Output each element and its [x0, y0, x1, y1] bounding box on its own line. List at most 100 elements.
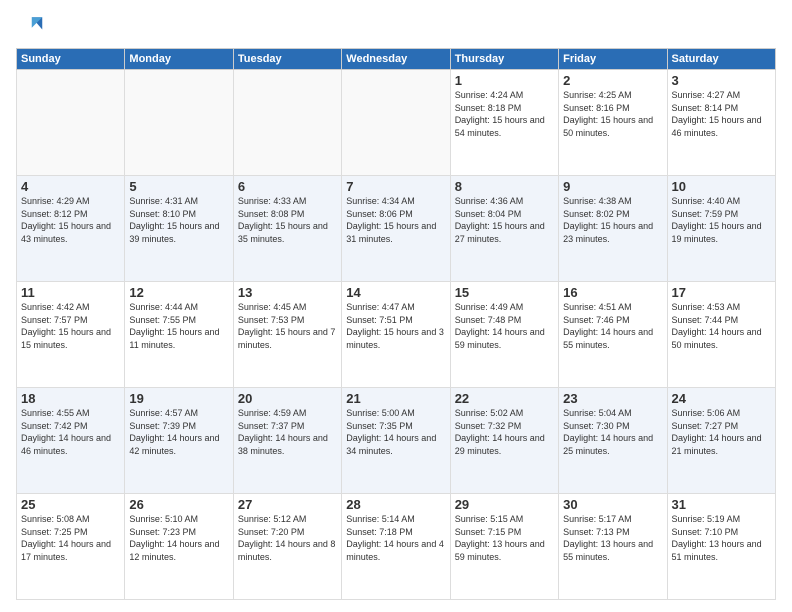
day-info: Sunrise: 4:38 AM Sunset: 8:02 PM Dayligh… — [563, 195, 662, 245]
calendar-cell: 19Sunrise: 4:57 AM Sunset: 7:39 PM Dayli… — [125, 388, 233, 494]
day-info: Sunrise: 5:08 AM Sunset: 7:25 PM Dayligh… — [21, 513, 120, 563]
day-info: Sunrise: 5:04 AM Sunset: 7:30 PM Dayligh… — [563, 407, 662, 457]
logo-icon — [16, 12, 44, 40]
day-number: 11 — [21, 285, 120, 300]
day-info: Sunrise: 4:45 AM Sunset: 7:53 PM Dayligh… — [238, 301, 337, 351]
day-number: 21 — [346, 391, 445, 406]
day-info: Sunrise: 4:31 AM Sunset: 8:10 PM Dayligh… — [129, 195, 228, 245]
day-info: Sunrise: 4:44 AM Sunset: 7:55 PM Dayligh… — [129, 301, 228, 351]
day-number: 8 — [455, 179, 554, 194]
day-info: Sunrise: 5:15 AM Sunset: 7:15 PM Dayligh… — [455, 513, 554, 563]
calendar-cell: 20Sunrise: 4:59 AM Sunset: 7:37 PM Dayli… — [233, 388, 341, 494]
day-number: 16 — [563, 285, 662, 300]
calendar-cell: 24Sunrise: 5:06 AM Sunset: 7:27 PM Dayli… — [667, 388, 775, 494]
calendar-week-row: 18Sunrise: 4:55 AM Sunset: 7:42 PM Dayli… — [17, 388, 776, 494]
weekday-header-row: Sunday Monday Tuesday Wednesday Thursday… — [17, 49, 776, 70]
day-number: 13 — [238, 285, 337, 300]
calendar-cell: 27Sunrise: 5:12 AM Sunset: 7:20 PM Dayli… — [233, 494, 341, 600]
calendar-cell: 29Sunrise: 5:15 AM Sunset: 7:15 PM Dayli… — [450, 494, 558, 600]
day-info: Sunrise: 5:10 AM Sunset: 7:23 PM Dayligh… — [129, 513, 228, 563]
day-number: 19 — [129, 391, 228, 406]
day-number: 15 — [455, 285, 554, 300]
day-number: 14 — [346, 285, 445, 300]
day-info: Sunrise: 4:49 AM Sunset: 7:48 PM Dayligh… — [455, 301, 554, 351]
calendar-table: Sunday Monday Tuesday Wednesday Thursday… — [16, 48, 776, 600]
calendar-cell: 3Sunrise: 4:27 AM Sunset: 8:14 PM Daylig… — [667, 70, 775, 176]
calendar-cell: 25Sunrise: 5:08 AM Sunset: 7:25 PM Dayli… — [17, 494, 125, 600]
calendar-cell: 17Sunrise: 4:53 AM Sunset: 7:44 PM Dayli… — [667, 282, 775, 388]
calendar-cell: 11Sunrise: 4:42 AM Sunset: 7:57 PM Dayli… — [17, 282, 125, 388]
calendar-cell: 8Sunrise: 4:36 AM Sunset: 8:04 PM Daylig… — [450, 176, 558, 282]
header-thursday: Thursday — [450, 49, 558, 70]
day-info: Sunrise: 5:02 AM Sunset: 7:32 PM Dayligh… — [455, 407, 554, 457]
day-number: 31 — [672, 497, 771, 512]
day-number: 30 — [563, 497, 662, 512]
calendar-cell — [17, 70, 125, 176]
calendar-cell: 13Sunrise: 4:45 AM Sunset: 7:53 PM Dayli… — [233, 282, 341, 388]
day-number: 12 — [129, 285, 228, 300]
day-number: 4 — [21, 179, 120, 194]
day-number: 26 — [129, 497, 228, 512]
day-number: 2 — [563, 73, 662, 88]
day-info: Sunrise: 5:19 AM Sunset: 7:10 PM Dayligh… — [672, 513, 771, 563]
day-number: 29 — [455, 497, 554, 512]
day-info: Sunrise: 4:25 AM Sunset: 8:16 PM Dayligh… — [563, 89, 662, 139]
day-info: Sunrise: 4:55 AM Sunset: 7:42 PM Dayligh… — [21, 407, 120, 457]
day-number: 10 — [672, 179, 771, 194]
calendar-cell: 2Sunrise: 4:25 AM Sunset: 8:16 PM Daylig… — [559, 70, 667, 176]
calendar-cell: 5Sunrise: 4:31 AM Sunset: 8:10 PM Daylig… — [125, 176, 233, 282]
calendar-cell: 10Sunrise: 4:40 AM Sunset: 7:59 PM Dayli… — [667, 176, 775, 282]
calendar-cell: 9Sunrise: 4:38 AM Sunset: 8:02 PM Daylig… — [559, 176, 667, 282]
day-number: 18 — [21, 391, 120, 406]
calendar-cell: 22Sunrise: 5:02 AM Sunset: 7:32 PM Dayli… — [450, 388, 558, 494]
calendar-page: Sunday Monday Tuesday Wednesday Thursday… — [0, 0, 792, 612]
calendar-cell — [125, 70, 233, 176]
day-info: Sunrise: 5:12 AM Sunset: 7:20 PM Dayligh… — [238, 513, 337, 563]
day-number: 24 — [672, 391, 771, 406]
day-number: 6 — [238, 179, 337, 194]
calendar-cell: 26Sunrise: 5:10 AM Sunset: 7:23 PM Dayli… — [125, 494, 233, 600]
logo — [16, 12, 48, 40]
calendar-cell: 21Sunrise: 5:00 AM Sunset: 7:35 PM Dayli… — [342, 388, 450, 494]
calendar-cell: 7Sunrise: 4:34 AM Sunset: 8:06 PM Daylig… — [342, 176, 450, 282]
header-wednesday: Wednesday — [342, 49, 450, 70]
calendar-cell: 6Sunrise: 4:33 AM Sunset: 8:08 PM Daylig… — [233, 176, 341, 282]
day-number: 28 — [346, 497, 445, 512]
day-info: Sunrise: 4:34 AM Sunset: 8:06 PM Dayligh… — [346, 195, 445, 245]
day-info: Sunrise: 4:33 AM Sunset: 8:08 PM Dayligh… — [238, 195, 337, 245]
header — [16, 12, 776, 40]
calendar-cell — [342, 70, 450, 176]
day-info: Sunrise: 5:17 AM Sunset: 7:13 PM Dayligh… — [563, 513, 662, 563]
day-info: Sunrise: 5:06 AM Sunset: 7:27 PM Dayligh… — [672, 407, 771, 457]
day-number: 7 — [346, 179, 445, 194]
day-number: 20 — [238, 391, 337, 406]
header-sunday: Sunday — [17, 49, 125, 70]
calendar-cell: 15Sunrise: 4:49 AM Sunset: 7:48 PM Dayli… — [450, 282, 558, 388]
day-number: 5 — [129, 179, 228, 194]
day-info: Sunrise: 4:47 AM Sunset: 7:51 PM Dayligh… — [346, 301, 445, 351]
day-number: 17 — [672, 285, 771, 300]
day-info: Sunrise: 4:53 AM Sunset: 7:44 PM Dayligh… — [672, 301, 771, 351]
calendar-cell — [233, 70, 341, 176]
calendar-week-row: 11Sunrise: 4:42 AM Sunset: 7:57 PM Dayli… — [17, 282, 776, 388]
day-info: Sunrise: 4:29 AM Sunset: 8:12 PM Dayligh… — [21, 195, 120, 245]
calendar-cell: 30Sunrise: 5:17 AM Sunset: 7:13 PM Dayli… — [559, 494, 667, 600]
calendar-cell: 31Sunrise: 5:19 AM Sunset: 7:10 PM Dayli… — [667, 494, 775, 600]
header-friday: Friday — [559, 49, 667, 70]
day-info: Sunrise: 4:40 AM Sunset: 7:59 PM Dayligh… — [672, 195, 771, 245]
calendar-week-row: 25Sunrise: 5:08 AM Sunset: 7:25 PM Dayli… — [17, 494, 776, 600]
day-number: 23 — [563, 391, 662, 406]
day-number: 25 — [21, 497, 120, 512]
day-number: 9 — [563, 179, 662, 194]
calendar-cell: 12Sunrise: 4:44 AM Sunset: 7:55 PM Dayli… — [125, 282, 233, 388]
day-info: Sunrise: 4:42 AM Sunset: 7:57 PM Dayligh… — [21, 301, 120, 351]
calendar-cell: 28Sunrise: 5:14 AM Sunset: 7:18 PM Dayli… — [342, 494, 450, 600]
header-monday: Monday — [125, 49, 233, 70]
header-tuesday: Tuesday — [233, 49, 341, 70]
day-info: Sunrise: 5:14 AM Sunset: 7:18 PM Dayligh… — [346, 513, 445, 563]
calendar-week-row: 1Sunrise: 4:24 AM Sunset: 8:18 PM Daylig… — [17, 70, 776, 176]
day-info: Sunrise: 5:00 AM Sunset: 7:35 PM Dayligh… — [346, 407, 445, 457]
calendar-week-row: 4Sunrise: 4:29 AM Sunset: 8:12 PM Daylig… — [17, 176, 776, 282]
day-number: 22 — [455, 391, 554, 406]
calendar-cell: 16Sunrise: 4:51 AM Sunset: 7:46 PM Dayli… — [559, 282, 667, 388]
